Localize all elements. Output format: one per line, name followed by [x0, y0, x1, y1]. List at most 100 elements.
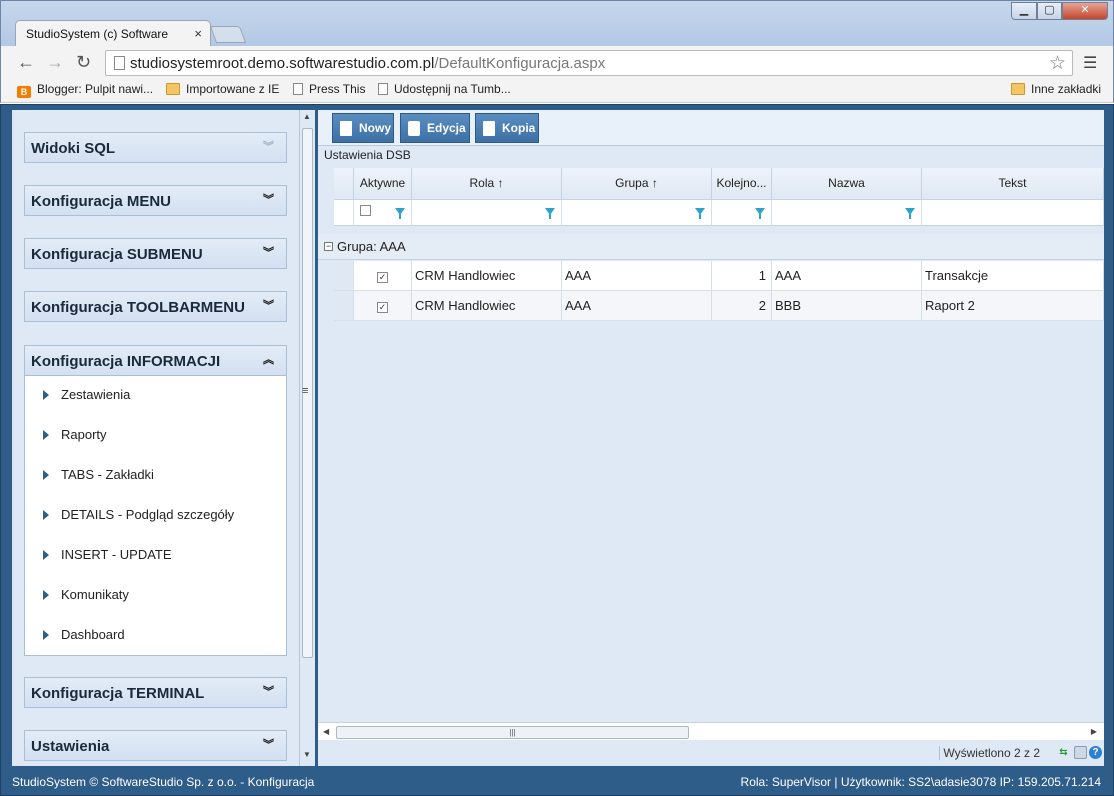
close-tab-icon[interactable]: ×	[194, 26, 202, 41]
bookmark-blogger[interactable]: B Blogger: Pulpit nawi...	[17, 82, 153, 98]
scroll-down-icon[interactable]: ▼	[303, 750, 311, 759]
bookmark-other[interactable]: Inne zakładki	[1011, 82, 1101, 96]
accordion-konfiguracja-menu[interactable]: Konfiguracja MENU ︾	[24, 185, 287, 216]
accordion-label: Konfiguracja TERMINAL	[31, 685, 205, 702]
accordion-konfiguracja-terminal[interactable]: Konfiguracja TERMINAL ︾	[24, 677, 287, 708]
cell-rola: CRM Handlowiec	[412, 261, 562, 291]
minimize-button[interactable]: ▁	[1011, 2, 1037, 20]
filter-aktywne[interactable]	[354, 200, 412, 226]
submenu-item-insert-update[interactable]: INSERT - UPDATE	[43, 547, 172, 562]
footer-user-info: Rola: SuperVisor | Użytkownik: SS2\adasi…	[740, 775, 1101, 789]
app-frame: Widoki SQL ︾ Konfiguracja MENU ︾ Konfigu…	[0, 104, 1114, 796]
column-header-tekst[interactable]: Tekst	[922, 168, 1104, 200]
filter-nazwa[interactable]	[772, 200, 922, 226]
bookmark-folder-ie[interactable]: Importowane z IE	[166, 82, 279, 96]
blogger-icon: B	[17, 86, 31, 98]
cell-grupa: AAA	[562, 291, 712, 321]
table-row[interactable]: ✓ CRM Handlowiec AAA 2 BBB Raport 2	[334, 291, 1104, 321]
column-header-rola[interactable]: Rola ↑	[412, 168, 562, 200]
back-arrow-icon[interactable]: ←	[17, 52, 35, 73]
bookmark-star-icon[interactable]: ☆	[1049, 52, 1066, 75]
address-bar[interactable]: studiosystemroot.demo.softwarestudio.com…	[105, 50, 1073, 76]
submenu-item-raporty[interactable]: Raporty	[43, 427, 107, 442]
accordion-label: Konfiguracja SUBMENU	[31, 246, 203, 263]
reload-icon[interactable]: ↻	[76, 52, 91, 73]
accordion-konfiguracja-submenu[interactable]: Konfiguracja SUBMENU ︾	[24, 238, 287, 269]
accordion-konfiguracja-informacji[interactable]: Konfiguracja INFORMACJI ︽	[24, 345, 287, 376]
grid-caption: Ustawienia DSB	[324, 148, 411, 162]
copy-button[interactable]: Kopia	[475, 113, 539, 143]
accordion-label: Konfiguracja INFORMACJI	[31, 353, 221, 370]
export-icon[interactable]	[1074, 746, 1087, 759]
chevron-double-down-icon: ︾	[263, 194, 274, 206]
accordion-ustawienia[interactable]: Ustawienia ︾	[24, 730, 287, 761]
filter-icon[interactable]	[755, 208, 765, 219]
group-row[interactable]: − Grupa: AAA	[318, 234, 1104, 260]
filter-grupa[interactable]	[562, 200, 712, 226]
filter-tekst[interactable]	[922, 200, 1104, 226]
active-cell[interactable]: ✓	[354, 291, 412, 321]
filter-icon[interactable]	[905, 208, 915, 219]
filter-checkbox[interactable]	[360, 205, 371, 216]
bookmark-press-this[interactable]: Press This	[293, 82, 365, 96]
help-icon[interactable]: ?	[1089, 746, 1102, 759]
scroll-left-icon[interactable]: ◀	[323, 727, 329, 736]
column-header-kolejnosc[interactable]: Kolejno...	[712, 168, 772, 200]
triangle-right-icon	[43, 510, 49, 520]
submenu-item-tabs[interactable]: TABS - Zakładki	[43, 467, 154, 482]
accordion-label: Ustawienia	[31, 738, 110, 755]
filter-icon[interactable]	[695, 208, 705, 219]
refresh-icon[interactable]: ⇆	[1057, 746, 1070, 759]
chevron-double-down-icon: ︾	[263, 247, 274, 259]
collapse-minus-icon[interactable]: −	[324, 242, 333, 251]
sidebar-scrollbar[interactable]: ▲ ▼	[299, 110, 315, 766]
hamburger-menu-icon[interactable]: ☰	[1083, 53, 1097, 73]
bookmark-tumblr[interactable]: Udostępnij na Tumb...	[378, 82, 511, 96]
edit-button[interactable]: Edycja	[400, 113, 470, 143]
scroll-up-icon[interactable]: ▲	[303, 112, 311, 121]
submenu-item-details[interactable]: DETAILS - Podgląd szczegóły	[43, 507, 234, 522]
browser-toolbar: ← → ↻ studiosystemroot.demo.softwarestud…	[0, 46, 1114, 78]
chevron-double-up-icon: ︽	[263, 354, 274, 366]
footer-copyright: StudioSystem © SoftwareStudio Sp. z o.o.…	[12, 775, 315, 789]
row-indicator	[334, 261, 354, 291]
table-row[interactable]: ✓ CRM Handlowiec AAA 1 AAA Transakcje	[334, 261, 1104, 291]
submenu-item-komunikaty[interactable]: Komunikaty	[43, 587, 129, 602]
url-text[interactable]: studiosystemroot.demo.softwarestudio.com…	[130, 55, 605, 72]
accordion-konfiguracja-toolbarmenu[interactable]: Konfiguracja TOOLBARMENU ︾	[24, 291, 287, 322]
scroll-right-icon[interactable]: ▶	[1091, 727, 1097, 736]
window-close-button[interactable]: ✕	[1062, 2, 1108, 20]
filter-rola[interactable]	[412, 200, 562, 226]
filter-kolejnosc[interactable]	[712, 200, 772, 226]
column-header-grupa[interactable]: Grupa ↑	[562, 168, 712, 200]
chevron-double-down-icon: ︾	[263, 739, 274, 751]
browser-tab[interactable]: StudioSystem (c) Software ×	[15, 20, 211, 48]
data-grid-header: Aktywne Rola ↑ Grupa ↑ Kolejno... Nazwa …	[334, 168, 1104, 226]
maximize-button[interactable]: ▢	[1037, 2, 1062, 20]
checked-checkbox-icon[interactable]: ✓	[377, 272, 388, 283]
submenu-item-dashboard[interactable]: Dashboard	[43, 627, 125, 642]
submenu-item-zestawienia[interactable]: Zestawienia	[43, 387, 130, 402]
splitter-grip-icon[interactable]: ≡	[302, 385, 308, 397]
filter-icon[interactable]	[545, 208, 555, 219]
column-header-aktywne[interactable]: Aktywne	[354, 168, 412, 200]
scrollbar-thumb[interactable]: |||	[336, 726, 689, 739]
group-label: Grupa: AAA	[337, 239, 406, 254]
folder-icon	[1011, 83, 1025, 95]
new-button[interactable]: Nowy	[332, 113, 394, 143]
active-cell[interactable]: ✓	[354, 261, 412, 291]
chevron-double-down-icon: ︾	[263, 686, 274, 698]
tab-title: StudioSystem (c) Software	[26, 27, 169, 41]
column-header-nazwa[interactable]: Nazwa	[772, 168, 922, 200]
copy-icon	[483, 121, 495, 136]
page-icon	[378, 83, 388, 95]
grid-horizontal-scrollbar[interactable]: ◀ ||| ▶	[318, 722, 1104, 740]
new-tab-button[interactable]	[209, 26, 247, 43]
triangle-right-icon	[43, 630, 49, 640]
cell-kolejnosc: 2	[712, 291, 772, 321]
filter-icon[interactable]	[395, 208, 405, 219]
forward-arrow-icon[interactable]: →	[46, 52, 64, 73]
edit-document-icon	[408, 121, 420, 136]
accordion-widoki-sql[interactable]: Widoki SQL ︾	[24, 132, 287, 163]
checked-checkbox-icon[interactable]: ✓	[377, 302, 388, 313]
